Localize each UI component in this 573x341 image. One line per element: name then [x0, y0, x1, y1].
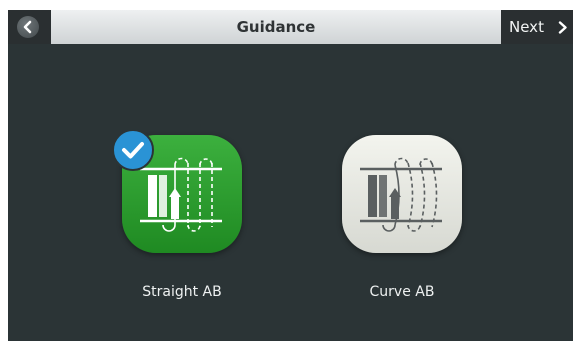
selected-check-badge [112, 129, 154, 171]
top-bar: Guidance Next [8, 10, 573, 44]
curve-ab-icon [360, 157, 442, 232]
chevron-right-icon [558, 21, 567, 34]
curve-ab-option[interactable]: Curve AB [322, 135, 482, 305]
back-button[interactable] [8, 10, 51, 44]
curve-ab-tile[interactable] [342, 135, 462, 253]
curve-ab-label: Curve AB [369, 284, 435, 300]
checkmark-icon [122, 142, 144, 159]
straight-ab-option[interactable]: Straight AB [102, 129, 262, 305]
guidance-screen: Guidance Next Straight AB Curve AB [8, 10, 573, 341]
chevron-left-icon [23, 20, 32, 34]
back-circle [17, 16, 39, 38]
straight-ab-label: Straight AB [142, 284, 222, 300]
page-title: Guidance [236, 18, 316, 36]
next-button[interactable]: Next [501, 10, 573, 44]
next-label: Next [509, 18, 544, 36]
